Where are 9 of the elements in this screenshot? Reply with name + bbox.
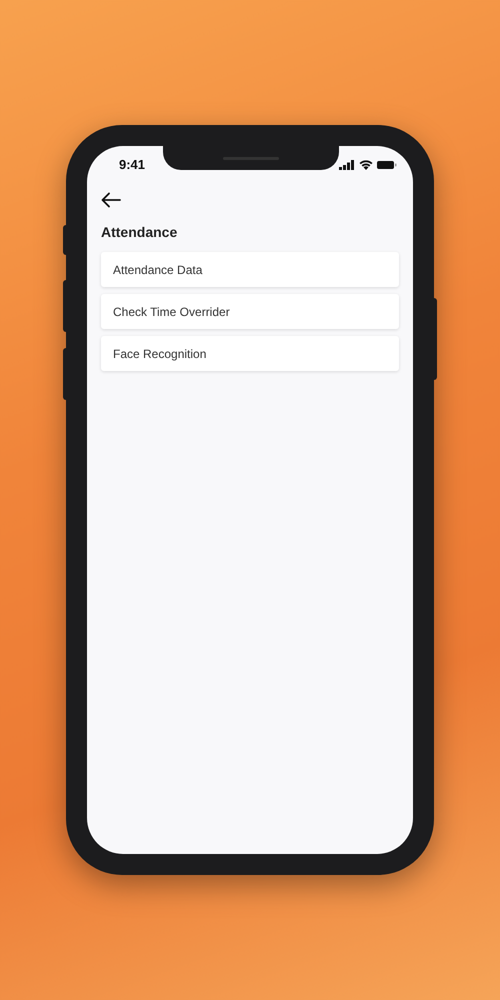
back-arrow-icon bbox=[101, 192, 121, 208]
battery-icon bbox=[377, 160, 397, 170]
wifi-icon bbox=[359, 160, 373, 170]
menu-item[interactable]: Check Time Overrider bbox=[101, 294, 399, 329]
menu-item[interactable]: Attendance Data bbox=[101, 252, 399, 287]
menu-item[interactable]: Face Recognition bbox=[101, 336, 399, 371]
page-title: Attendance bbox=[101, 223, 178, 242]
signal-icon bbox=[339, 160, 355, 170]
status-time: 9:41 bbox=[119, 156, 146, 174]
